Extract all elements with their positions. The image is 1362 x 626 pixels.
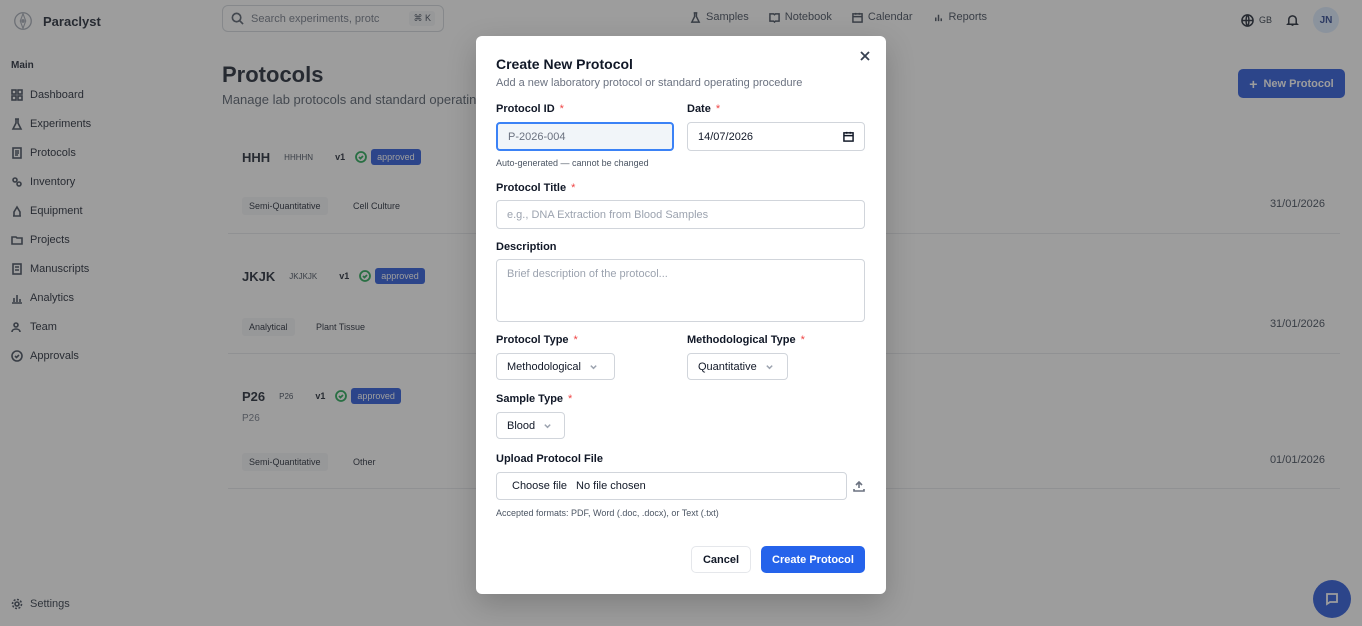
protocol-title-input[interactable]: e.g., DNA Extraction from Blood Samples [496,200,865,229]
create-protocol-dialog: Create New Protocol Add a new laboratory… [476,36,886,594]
chevron-down-icon [544,424,551,429]
sample-type-label: Sample Type * [496,393,572,405]
label-text: Protocol ID [496,103,555,115]
close-button[interactable] [860,48,872,61]
dialog-subtitle: Add a new laboratory protocol or standar… [496,77,803,89]
required-mark: * [559,103,564,115]
label-text: Sample Type [496,393,564,405]
calendar-icon[interactable] [843,131,854,142]
select-value: Blood [507,419,536,432]
sample-type-select[interactable]: Blood [496,412,565,439]
select-value: Quantitative [698,360,757,373]
date-value: 14/07/2026 [698,130,754,143]
label-text: Protocol Type [496,334,569,346]
methodological-type-select[interactable]: Quantitative [687,353,788,380]
upload-label: Upload Protocol File [496,453,603,465]
protocol-id-field[interactable]: P-2026-004 [496,122,674,151]
description-label: Description [496,241,557,253]
upload-icon[interactable] [853,480,865,492]
choose-file-button[interactable]: Choose file [512,480,567,492]
chevron-down-icon [765,365,773,370]
required-mark: * [573,334,578,346]
protocol-id-label: Protocol ID * [496,103,564,115]
label-text: Protocol Title [496,182,567,194]
select-value: Methodological [507,360,581,373]
protocol-type-select[interactable]: Methodological [496,353,615,380]
file-status: No file chosen [576,480,646,492]
cancel-button[interactable]: Cancel [691,546,751,573]
close-icon [860,51,870,61]
date-field[interactable]: 14/07/2026 [687,122,865,151]
methodological-type-label: Methodological Type * [687,334,805,346]
create-protocol-button[interactable]: Create Protocol [761,546,865,573]
chevron-down-icon [590,365,597,370]
protocol-type-label: Protocol Type * [496,334,578,346]
description-textarea[interactable]: Brief description of the protocol... [496,259,865,322]
protocol-id-help: Auto-generated — cannot be changed [496,158,649,168]
label-text: Methodological Type [687,334,796,346]
required-mark: * [800,334,805,346]
protocol-title-label: Protocol Title * [496,182,575,194]
required-mark: * [568,393,573,405]
label-text: Date [687,103,711,115]
required-mark: * [571,182,576,194]
date-label: Date * [687,103,720,115]
file-input[interactable]: Choose file No file chosen [496,472,847,500]
upload-help: Accepted formats: PDF, Word (.doc, .docx… [496,508,719,518]
dialog-title: Create New Protocol [496,56,633,72]
required-mark: * [715,103,721,115]
